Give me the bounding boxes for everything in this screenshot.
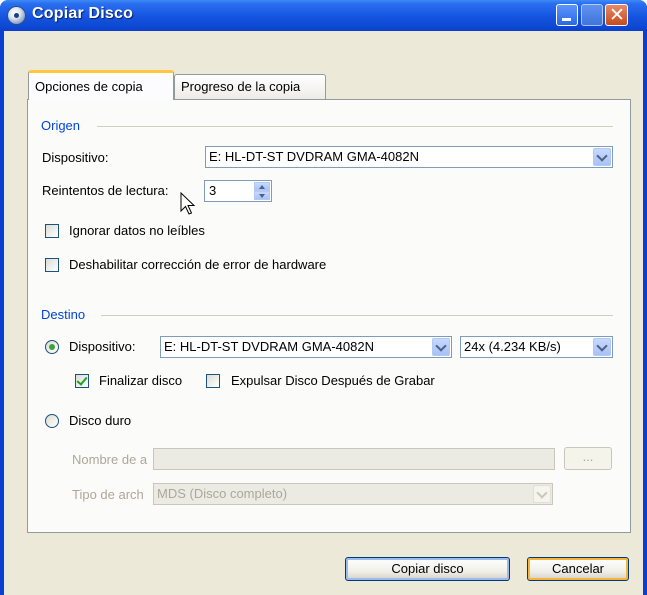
maximize-button	[581, 4, 603, 26]
filetype-value: MDS (Disco completo)	[157, 486, 288, 501]
dest-device-radio-label[interactable]: Dispositivo:	[69, 339, 135, 354]
origen-group-label: Origen	[41, 118, 85, 133]
source-device-select[interactable]: E: HL-DT-ST DVDRAM GMA-4082N	[205, 146, 613, 168]
close-button[interactable]: ✕	[605, 4, 628, 26]
browse-button: ...	[564, 447, 612, 470]
dest-device-select[interactable]: E: HL-DT-ST DVDRAM GMA-4082N	[160, 336, 452, 358]
chevron-down-icon	[533, 485, 551, 503]
read-retries-value: 3	[209, 183, 217, 198]
chevron-down-icon[interactable]	[593, 148, 611, 166]
chevron-down-icon[interactable]	[593, 338, 611, 356]
read-retries-spinner[interactable]: 3	[204, 180, 272, 202]
hard-disk-radio[interactable]	[45, 414, 59, 428]
tab-copy-options[interactable]: Opciones de copia	[28, 70, 174, 100]
write-speed-value: 24x (4.234 KB/s)	[464, 339, 561, 354]
eject-disc-label[interactable]: Expulsar Disco Después de Grabar	[231, 373, 435, 388]
disable-ecc-checkbox[interactable]	[45, 258, 59, 272]
dest-device-radio[interactable]	[45, 340, 59, 354]
dest-device-value: E: HL-DT-ST DVDRAM GMA-4082N	[164, 339, 374, 354]
filename-input	[153, 448, 555, 470]
write-speed-select[interactable]: 24x (4.234 KB/s)	[460, 336, 613, 358]
destino-group-label: Destino	[41, 307, 90, 322]
copy-disc-button[interactable]: Copiar disco	[345, 557, 510, 581]
ignore-unreadable-checkbox[interactable]	[45, 224, 59, 238]
close-icon: ✕	[609, 4, 625, 26]
spin-down-icon[interactable]	[254, 191, 270, 200]
eject-disc-checkbox[interactable]	[206, 374, 220, 388]
filetype-label: Tipo de arch	[72, 487, 144, 502]
spinner-buttons[interactable]	[254, 182, 270, 200]
disc-app-icon	[7, 6, 26, 25]
disable-ecc-label[interactable]: Deshabilitar corrección de error de hard…	[69, 257, 326, 272]
filename-label: Nombre de a	[72, 452, 148, 467]
finalize-disc-label[interactable]: Finalizar disco	[99, 373, 182, 388]
mouse-cursor-icon	[180, 192, 196, 215]
spin-up-icon[interactable]	[254, 182, 270, 191]
read-retries-label: Reintentos de lectura:	[42, 183, 169, 198]
filetype-select: MDS (Disco completo)	[153, 483, 553, 505]
window-title: Copiar Disco	[32, 5, 134, 22]
chevron-down-icon[interactable]	[432, 338, 450, 356]
tab-copy-progress[interactable]: Progreso de la copia	[174, 74, 326, 100]
hard-disk-label[interactable]: Disco duro	[69, 413, 131, 428]
origen-group-line	[97, 126, 613, 127]
title-bar[interactable]: Copiar Disco ✕	[0, 0, 647, 31]
minimize-button[interactable]	[556, 4, 578, 26]
ignore-unreadable-label[interactable]: Ignorar datos no leíbles	[69, 223, 205, 238]
destino-group-line	[101, 315, 613, 316]
finalize-disc-checkbox[interactable]	[75, 374, 89, 388]
cancel-button[interactable]: Cancelar	[527, 557, 629, 581]
source-device-label: Dispositivo:	[42, 150, 109, 165]
source-device-value: E: HL-DT-ST DVDRAM GMA-4082N	[209, 149, 419, 164]
